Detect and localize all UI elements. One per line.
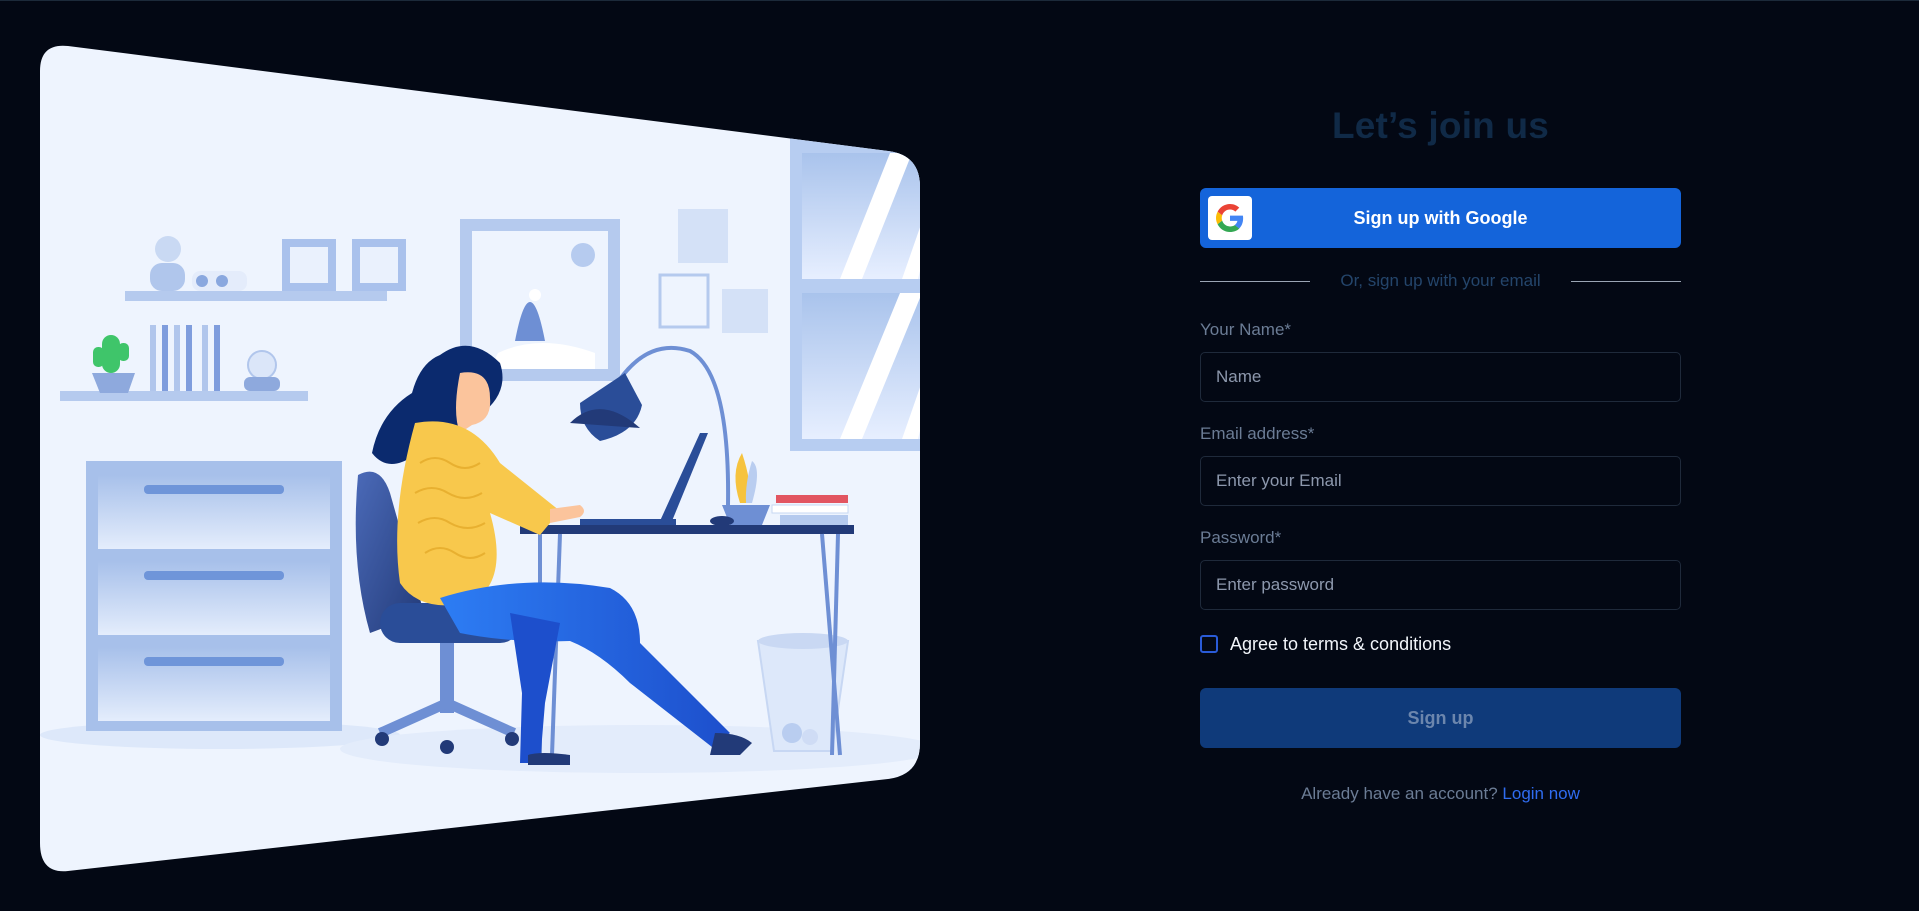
divider-text: Or, sign up with your email xyxy=(1340,271,1541,290)
terms-checkbox[interactable] xyxy=(1200,635,1218,653)
signup-page: Let’s join us Sign up with Google Or, si… xyxy=(0,0,1919,911)
terms-label[interactable]: Agree to terms & conditions xyxy=(1230,634,1451,655)
email-divider: Or, sign up with your email xyxy=(1200,270,1681,292)
email-label: Email address* xyxy=(1200,424,1315,443)
signup-button[interactable]: Sign up xyxy=(1200,688,1681,748)
password-label: Password* xyxy=(1200,528,1282,547)
login-prompt-text: Already have an account? xyxy=(1301,784,1498,803)
name-label: Your Name* xyxy=(1200,320,1292,339)
password-field[interactable] xyxy=(1200,560,1681,610)
email-field[interactable] xyxy=(1200,456,1681,506)
divider-line-right xyxy=(1571,280,1681,282)
google-signup-label: Sign up with Google xyxy=(1353,207,1528,228)
login-prompt: Already have an account? Login now xyxy=(1200,784,1681,804)
signup-form: Let’s join us Sign up with Google Or, si… xyxy=(1200,101,1681,804)
page-title: Let’s join us xyxy=(1331,105,1550,146)
google-logo-icon xyxy=(1208,196,1252,240)
terms-row: Agree to terms & conditions xyxy=(1200,632,1681,656)
workspace-illustration xyxy=(40,45,920,872)
login-link[interactable]: Login now xyxy=(1502,784,1580,803)
google-signup-button[interactable]: Sign up with Google xyxy=(1200,188,1681,248)
divider-line-left xyxy=(1200,280,1310,282)
name-field[interactable] xyxy=(1200,352,1681,402)
